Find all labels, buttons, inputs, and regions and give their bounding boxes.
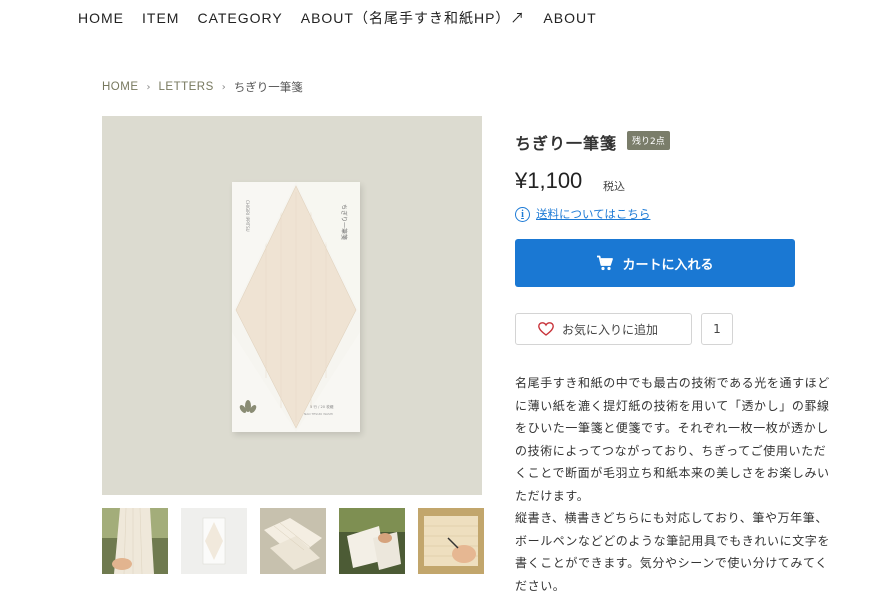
stock-badge: 残り2点: [627, 131, 670, 150]
chevron-right-icon: ›: [146, 81, 151, 93]
description-paragraph-2: 縦書き、横書きどちらにも対応しており、筆や万年筆、ボールペンなどどのような筆記用…: [515, 511, 831, 593]
heart-icon: [538, 322, 554, 336]
breadcrumb: HOME › LETTERS › ちぎり一筆箋: [102, 79, 303, 95]
nav-item[interactable]: ITEM: [142, 10, 179, 26]
info-icon: i: [515, 206, 530, 222]
thumbnail-4[interactable]: [339, 508, 405, 574]
product-title: ちぎり一筆箋: [515, 134, 618, 153]
svg-text:NAO TESUKI WASHI: NAO TESUKI WASHI: [304, 412, 333, 416]
product-package: ちぎり一筆箋 CHIGIRI IPPITSU 5 行 / 20 枚綴 NAO T…: [232, 182, 360, 432]
thumbnail-5[interactable]: [418, 508, 484, 574]
breadcrumb-letters[interactable]: LETTERS: [159, 81, 214, 93]
svg-text:ちぎり一筆箋: ちぎり一筆箋: [340, 204, 348, 240]
product-description: 名尾手すき和紙の中でも最古の技術である光を通すほどに薄い紙を漉く提灯紙の技術を用…: [515, 372, 830, 597]
thumbnail-3[interactable]: [260, 508, 326, 574]
shipping-info-label: 送料についてはこちら: [536, 207, 651, 221]
breadcrumb-current: ちぎり一筆箋: [233, 80, 303, 94]
tax-label: 税込: [603, 180, 625, 193]
add-to-cart-label: カートに入れる: [622, 257, 714, 273]
svg-text:5 行 / 20 枚綴: 5 行 / 20 枚綴: [310, 404, 334, 409]
thumbnail-2[interactable]: [181, 508, 247, 574]
add-to-favorites-button[interactable]: お気に入りに追加: [515, 313, 692, 345]
product-price: ¥1,100: [515, 168, 583, 193]
nav-about[interactable]: ABOUT: [543, 10, 596, 26]
breadcrumb-home[interactable]: HOME: [102, 81, 139, 93]
favorite-count: 1: [701, 313, 733, 345]
nav-home[interactable]: HOME: [78, 10, 124, 26]
thumbnail-strip: [102, 508, 484, 574]
top-nav: HOME ITEM CATEGORY ABOUT（名尾手すき和紙HP）↗ ABO…: [78, 8, 615, 28]
nav-about-external[interactable]: ABOUT（名尾手すき和紙HP）↗: [301, 8, 526, 28]
svg-text:CHIGIRI IPPITSU: CHIGIRI IPPITSU: [245, 200, 250, 232]
cart-icon: [597, 255, 614, 271]
add-to-favorites-label: お気に入りに追加: [562, 322, 659, 337]
thumbnail-1[interactable]: [102, 508, 168, 574]
chevron-right-icon: ›: [221, 81, 226, 93]
description-paragraph-1: 名尾手すき和紙の中でも最古の技術である光を通すほどに薄い紙を漉く提灯紙の技術を用…: [515, 376, 830, 503]
shipping-info-link[interactable]: i 送料についてはこちら: [515, 206, 650, 222]
add-to-cart-button[interactable]: カートに入れる: [515, 239, 795, 287]
nav-category[interactable]: CATEGORY: [197, 10, 282, 26]
product-main-image[interactable]: ちぎり一筆箋 CHIGIRI IPPITSU 5 行 / 20 枚綴 NAO T…: [102, 116, 482, 495]
